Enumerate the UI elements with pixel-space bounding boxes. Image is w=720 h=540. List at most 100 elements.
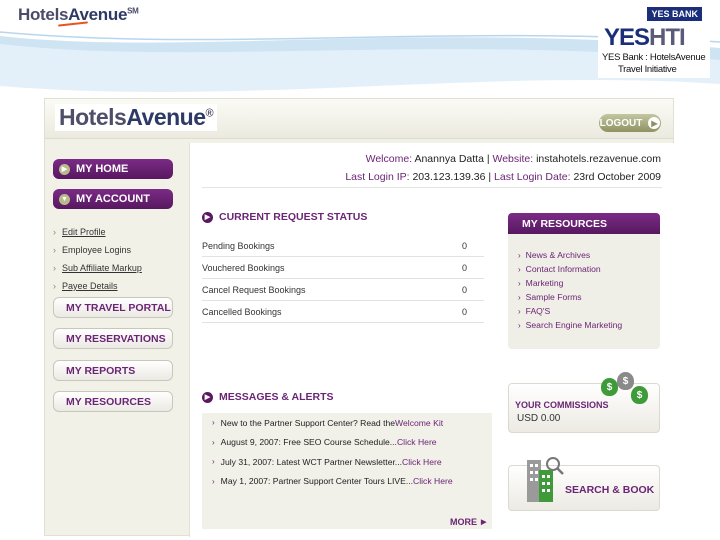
message-link[interactable]: Click Here (413, 476, 453, 486)
welcome-line: Welcome: Anannya Datta | Website: instah… (366, 153, 661, 165)
search-book-title: SEARCH & BOOK (565, 484, 655, 496)
building-search-icon (527, 457, 564, 502)
nav-edit-profile[interactable]: › Edit Profile (53, 223, 173, 241)
messages-title-text: MESSAGES & ALERTS (219, 391, 334, 403)
last-login-ip-key: Last Login IP: (345, 171, 410, 183)
sub-link-label: Edit Profile (62, 227, 106, 237)
nav-payee-details[interactable]: › Payee Details (53, 277, 173, 295)
chevron-right-icon: › (518, 278, 521, 288)
row-value: 0 (462, 240, 468, 251)
yes-hti-logo: YES BANK YESHTI YES Bank : HotelsAvenue … (598, 4, 710, 78)
main-panel: Welcome: Anannya Datta | Website: instah… (189, 143, 675, 537)
table-row[interactable]: Cancel Request Bookings 0 (202, 279, 484, 301)
chevron-right-icon: › (53, 263, 56, 273)
resource-link[interactable]: › FAQ'S (518, 304, 660, 318)
resource-link[interactable]: › Contact Information (518, 262, 660, 276)
more-label: MORE (450, 517, 477, 527)
nav-my-reports[interactable]: MY REPORTS (53, 360, 173, 381)
arrow-right-icon: ▶ (202, 211, 213, 223)
message-link[interactable]: Click Here (397, 437, 437, 447)
nav-employee-logins[interactable]: › Employee Logins (53, 241, 173, 259)
yes-hti-wordmark: YESHTI (604, 24, 686, 52)
messages-list: › New to the Partner Support Center? Read… (202, 413, 492, 529)
yes-hti-tagline-1: YES Bank : HotelsAvenue (602, 52, 706, 63)
resource-label: Marketing (525, 278, 564, 288)
chevron-right-icon: › (518, 250, 521, 260)
resource-link[interactable]: › News & Archives (518, 248, 660, 262)
nav-my-account[interactable]: ▼ MY ACCOUNT (53, 189, 173, 209)
row-value: 0 (462, 262, 468, 273)
nav-my-home-label: MY HOME (76, 163, 129, 175)
list-item: › July 31, 2007: Latest WCT Partner Newsl… (202, 452, 492, 472)
search-and-book-box[interactable]: SEARCH & BOOK (508, 457, 660, 511)
arrow-right-icon: ▶ (648, 117, 661, 129)
table-row[interactable]: Vouchered Bookings 0 (202, 257, 484, 279)
welcome-key: Welcome: (365, 153, 413, 165)
nav-my-reservations[interactable]: MY RESERVATIONS (53, 328, 173, 349)
slide-logo-hotels: Hotels (18, 5, 69, 24)
portal-logo-reg: ® (205, 107, 214, 120)
nav-my-travel-portal[interactable]: MY TRAVEL PORTAL (53, 297, 173, 318)
list-item: › New to the Partner Support Center? Read… (202, 413, 492, 433)
triangle-right-icon: ▶ (481, 519, 487, 526)
table-row[interactable]: Pending Bookings 0 (202, 235, 484, 257)
table-row[interactable]: Cancelled Bookings 0 (202, 301, 484, 323)
resource-link[interactable]: › Sample Forms (518, 290, 660, 304)
nav-sub-affiliate-markup[interactable]: › Sub Affiliate Markup (53, 259, 173, 277)
arrow-right-icon: ▶ (202, 391, 213, 403)
resource-link[interactable]: › Search Engine Marketing (518, 318, 660, 332)
resource-link[interactable]: › Marketing (518, 276, 660, 290)
chevron-right-icon: › (518, 306, 521, 316)
slide-logo-avenue: Avenue (68, 5, 128, 24)
hti-text: HTI (649, 24, 686, 51)
welcome-name: Anannya Datta (414, 153, 484, 165)
nav-my-resources[interactable]: MY RESOURCES (53, 391, 173, 412)
resource-label: FAQ'S (525, 306, 551, 316)
money-bag-icon: $ (601, 378, 618, 396)
yes-hti-tagline-2: Travel Initiative (618, 64, 677, 75)
nav-resources-label: MY RESOURCES (66, 395, 151, 408)
nav-travel-portal-label: MY TRAVEL PORTAL (66, 301, 171, 314)
row-label: Cancel Request Bookings (202, 284, 306, 295)
account-sub-menu: › Edit Profile › Employee Logins › Sub Affi… (53, 223, 173, 295)
slide-hotelsavenue-logo: HotelsAvenueSM (18, 5, 139, 27)
yes-bank-badge: YES BANK (647, 7, 702, 21)
your-commissions-box[interactable]: YOUR COMMISSIONS USD 0.00 $ $ $ (508, 372, 660, 433)
separator: | (488, 171, 492, 183)
portal-header: HotelsAvenue® LOGOUT ▶ (45, 99, 673, 139)
more-link[interactable]: MORE ▶ (450, 517, 486, 527)
chevron-right-icon: › (212, 476, 215, 486)
message-text: New to the Partner Support Center? Read … (220, 417, 396, 428)
chevron-right-icon: › (53, 227, 56, 237)
sub-link-label: Sub Affiliate Markup (62, 263, 142, 273)
message-text: May 1, 2007: Partner Support Center Tour… (220, 476, 414, 487)
my-resources-header: MY RESOURCES (508, 213, 660, 234)
slide-logo-tm: SM (127, 6, 139, 16)
chevron-right-icon: › (53, 245, 56, 255)
sub-link-label: Payee Details (62, 281, 118, 291)
website-value: instahotels.rezavenue.com (536, 153, 661, 165)
website-key: Website: (492, 153, 534, 165)
last-login-date-value: 23rd October 2009 (573, 171, 661, 183)
portal-logo-avenue: Avenue (126, 104, 206, 130)
logout-button[interactable]: LOGOUT ▶ (599, 114, 661, 132)
separator: | (486, 153, 490, 165)
list-item: › August 9, 2007: Free SEO Course Schedul… (202, 433, 492, 453)
nav-my-home[interactable]: ▶ MY HOME (53, 159, 173, 179)
chevron-right-icon: › (518, 264, 521, 274)
resource-label: News & Archives (525, 250, 591, 260)
request-status-title-text: CURRENT REQUEST STATUS (219, 211, 368, 223)
commissions-title: YOUR COMMISSIONS (515, 400, 609, 410)
nav-my-account-label: MY ACCOUNT (76, 193, 150, 205)
money-bag-icon: $ (631, 386, 648, 404)
request-status-title: ▶ CURRENT REQUEST STATUS (202, 211, 367, 223)
commissions-value: USD 0.00 (517, 413, 561, 424)
message-link[interactable]: Welcome Kit (395, 418, 443, 428)
message-text: July 31, 2007: Latest WCT Partner Newsle… (220, 456, 403, 467)
message-link[interactable]: Click Here (402, 457, 442, 467)
message-text: August 9, 2007: Free SEO Course Schedule… (220, 437, 397, 448)
slide: HotelsAvenueSM YES BANK YESHTI YES Bank … (0, 0, 720, 540)
portal-logo[interactable]: HotelsAvenue® (55, 104, 218, 131)
row-label: Cancelled Bookings (202, 306, 282, 317)
row-value: 0 (462, 306, 468, 317)
